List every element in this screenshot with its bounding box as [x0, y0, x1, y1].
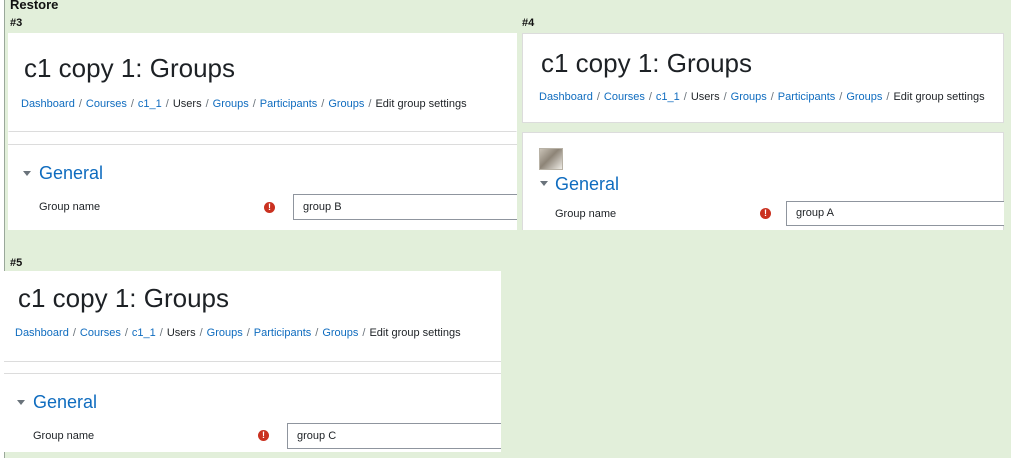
- breadcrumb-groups[interactable]: Groups: [207, 327, 243, 339]
- breadcrumb-separator: /: [368, 98, 372, 110]
- breadcrumb-users: Users: [172, 98, 202, 110]
- breadcrumb: Dashboard / Courses / c1_1/Users / Groups / Part…: [21, 98, 467, 110]
- exclamation-circle-icon: !: [258, 430, 269, 441]
- breadcrumb-courses[interactable]: Courses: [80, 327, 121, 339]
- chevron-down-icon[interactable]: [23, 171, 31, 176]
- section-general[interactable]: General: [39, 163, 103, 184]
- breadcrumb: Dashboard / Courses / c1_1/Users / Groups / Part…: [15, 327, 461, 339]
- breadcrumb-separator: /: [886, 91, 890, 103]
- breadcrumb-separator: /: [124, 327, 128, 339]
- breadcrumb-groups-2[interactable]: Groups: [846, 91, 882, 103]
- breadcrumb-separator: /: [159, 327, 163, 339]
- group-name-input[interactable]: group A: [786, 201, 1004, 226]
- screenshot-panel-5: c1 copy 1: Groups Dashboard / Courses / c1_1…: [4, 271, 501, 452]
- breadcrumb: Dashboard / Courses / c1_1/Users / Groups / Part…: [539, 91, 985, 103]
- page-title: c1 copy 1: Groups: [541, 48, 752, 78]
- group-name-label: Group name: [39, 201, 101, 213]
- section-general[interactable]: General: [33, 392, 97, 413]
- screenshot-panel-3: c1 copy 1: Groups Dashboard / Courses / c1_1…: [8, 33, 517, 230]
- screenshot-label: #3: [10, 17, 23, 29]
- breadcrumb-users: Users: [690, 91, 720, 103]
- group-name-input[interactable]: group B: [293, 194, 517, 220]
- breadcrumb-separator: /: [78, 98, 82, 110]
- breadcrumb-separator: /: [252, 98, 256, 110]
- breadcrumb-participants[interactable]: Participants: [254, 327, 311, 339]
- group-name-label: Group name: [33, 430, 95, 442]
- breadcrumb-dashboard[interactable]: Dashboard: [21, 98, 75, 110]
- breadcrumb-separator: /: [165, 98, 169, 110]
- breadcrumb-groups-2[interactable]: Groups: [328, 98, 364, 110]
- breadcrumb-separator: /: [683, 91, 687, 103]
- breadcrumb-courses[interactable]: Courses: [86, 98, 127, 110]
- divider: [8, 144, 517, 145]
- breadcrumb-current: Edit group settings: [375, 98, 467, 110]
- breadcrumb-current: Edit group settings: [893, 91, 985, 103]
- divider: [4, 373, 501, 374]
- divider: [4, 361, 501, 362]
- breadcrumb-separator: /: [315, 327, 319, 339]
- breadcrumb-groups[interactable]: Groups: [731, 91, 767, 103]
- breadcrumb-participants[interactable]: Participants: [260, 98, 317, 110]
- breadcrumb-separator: /: [246, 327, 250, 339]
- page-title: c1 copy 1: Groups: [24, 53, 235, 83]
- breadcrumb-users: Users: [166, 327, 196, 339]
- breadcrumb-separator: /: [362, 327, 366, 339]
- breadcrumb-dashboard[interactable]: Dashboard: [15, 327, 69, 339]
- breadcrumb-groups[interactable]: Groups: [213, 98, 249, 110]
- breadcrumb-separator: /: [648, 91, 652, 103]
- group-name-input[interactable]: group C: [287, 423, 501, 449]
- exclamation-circle-icon: !: [264, 202, 275, 213]
- screenshot-panel-4: c1 copy 1: Groups Dashboard / Courses / c1_1…: [522, 33, 1004, 230]
- chevron-down-icon[interactable]: [17, 400, 25, 405]
- breadcrumb-courses[interactable]: Courses: [604, 91, 645, 103]
- breadcrumb-course[interactable]: c1_1: [132, 327, 156, 339]
- breadcrumb-dashboard[interactable]: Dashboard: [539, 91, 593, 103]
- breadcrumb-separator: /: [839, 91, 843, 103]
- screenshot-label: #4: [522, 17, 535, 29]
- breadcrumb-separator: /: [770, 91, 774, 103]
- breadcrumb-separator: /: [205, 98, 209, 110]
- breadcrumb-groups-2[interactable]: Groups: [322, 327, 358, 339]
- breadcrumb-separator: /: [723, 91, 727, 103]
- group-name-label: Group name: [555, 208, 617, 220]
- exclamation-circle-icon: !: [760, 208, 771, 219]
- breadcrumb-course[interactable]: c1_1: [138, 98, 162, 110]
- breadcrumb-separator: /: [72, 327, 76, 339]
- breadcrumb-participants[interactable]: Participants: [778, 91, 835, 103]
- page-title: c1 copy 1: Groups: [18, 283, 229, 313]
- breadcrumb-separator: /: [199, 327, 203, 339]
- breadcrumb-course[interactable]: c1_1: [656, 91, 680, 103]
- breadcrumb-separator: /: [130, 98, 134, 110]
- chevron-down-icon[interactable]: [540, 181, 548, 186]
- screenshot-label: #5: [10, 257, 23, 269]
- section-general[interactable]: General: [555, 174, 619, 195]
- breadcrumb-current: Edit group settings: [369, 327, 461, 339]
- group-picture: [539, 148, 563, 170]
- breadcrumb-separator: /: [321, 98, 325, 110]
- breadcrumb-separator: /: [596, 91, 600, 103]
- sheet-title: Restore: [10, 0, 59, 12]
